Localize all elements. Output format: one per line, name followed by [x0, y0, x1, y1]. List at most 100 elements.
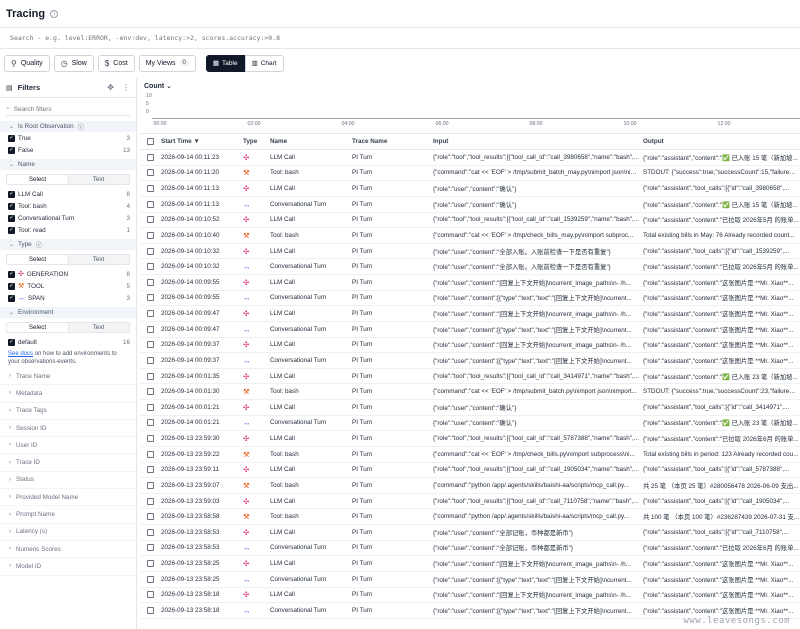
row-checkbox[interactable] [147, 372, 154, 380]
header-start-time[interactable]: Start Time ▼ [158, 138, 240, 145]
select-mode[interactable]: Select [7, 255, 68, 264]
row-checkbox[interactable] [147, 466, 154, 474]
header-name[interactable]: Name [267, 138, 349, 145]
row-checkbox[interactable] [147, 560, 154, 568]
row-checkbox[interactable] [147, 185, 154, 193]
filter-option[interactable]: ✓ ⚒ TOOL 5 [0, 280, 136, 292]
collapsed-filter[interactable]: › Provided Model Name [0, 489, 136, 507]
row-checkbox[interactable] [147, 481, 154, 489]
row-checkbox[interactable] [147, 216, 154, 224]
table-row[interactable]: 2026-09-14 00:11:23 ✣ LLM Call PI Turn {"rol… [140, 150, 800, 166]
table-row[interactable]: 2026-09-14 00:10:40 ⚒ Tool: bash PI Turn {"c… [140, 228, 800, 244]
row-checkbox[interactable] [147, 169, 154, 177]
collapsed-filter[interactable]: › Model ID [0, 558, 136, 576]
checkbox-checked[interactable]: ✓ [8, 134, 15, 142]
table-row[interactable]: 2026-09-13 23:58:58 ⚒ Tool: bash PI Turn {"c… [140, 509, 800, 525]
collapsed-filter[interactable]: › Trace Tags [0, 403, 136, 420]
my-views-button[interactable]: My Views 0 [138, 54, 196, 72]
table-row[interactable]: 2026-09-13 23:58:18 ✣ LLM Call PI Turn {"rol… [140, 588, 800, 604]
header-trace-name[interactable]: Trace Name [349, 138, 430, 145]
table-row[interactable]: 2026-09-14 00:10:32 ↔ Conversational Turn P… [140, 259, 800, 275]
row-checkbox[interactable] [147, 356, 154, 364]
table-row[interactable]: 2026-09-14 00:10:32 ✣ LLM Call PI Turn {"rol… [140, 244, 800, 260]
chart-title[interactable]: Count ⌄ [144, 82, 172, 90]
checkbox-checked[interactable]: ✓ [8, 202, 15, 210]
collapsed-filter[interactable]: › Status [0, 472, 136, 490]
table-row[interactable]: 2026-09-14 00:01:35 ✣ LLM Call PI Turn {"rol… [140, 369, 800, 385]
table-row[interactable]: 2026-09-13 23:58:25 ↔ Conversational Turn P… [140, 572, 800, 588]
row-checkbox[interactable] [147, 294, 154, 302]
table-row[interactable]: 2026-09-13 23:59:11 ✣ LLM Call PI Turn {"rol… [140, 463, 800, 479]
table-row[interactable]: 2026-09-13 23:58:53 ✣ LLM Call PI Turn {"rol… [140, 525, 800, 541]
collapsed-filter[interactable]: › User ID [0, 437, 136, 455]
row-checkbox[interactable] [147, 513, 154, 521]
filter-option[interactable]: ✓ LLM Call 8 [0, 188, 136, 200]
table-row[interactable]: 2026-09-13 23:59:03 ✣ LLM Call PI Turn {"rol… [140, 494, 800, 510]
table-row[interactable]: 2026-09-14 00:09:37 ✣ LLM Call PI Turn {"rol… [140, 338, 800, 354]
checkbox-checked[interactable]: ✓ [8, 294, 15, 302]
table-view-button[interactable]: ▦ Table [205, 54, 245, 72]
filter-option[interactable]: ✓ True 3 [0, 132, 136, 144]
row-checkbox[interactable] [147, 575, 154, 583]
slow-button[interactable]: ◷ Slow [53, 54, 94, 72]
table-row[interactable]: 2026-09-13 23:59:30 ✣ LLM Call PI Turn {"rol… [140, 431, 800, 447]
row-checkbox[interactable] [147, 419, 154, 427]
table-row[interactable]: 2026-09-13 23:58:25 ✣ LLM Call PI Turn {"rol… [140, 556, 800, 572]
header-type[interactable]: Type [240, 138, 267, 145]
row-checkbox[interactable] [147, 403, 154, 411]
row-checkbox[interactable] [147, 325, 154, 333]
header-output[interactable]: Output [640, 138, 800, 145]
checkbox-checked[interactable]: ✓ [8, 282, 15, 290]
filter-option[interactable]: ✓ Tool: bash 4 [0, 200, 136, 212]
row-checkbox[interactable] [147, 341, 154, 349]
row-checkbox[interactable] [147, 497, 154, 505]
table-row[interactable]: 2026-09-14 00:09:37 ↔ Conversational Turn P… [140, 353, 800, 369]
row-checkbox[interactable] [147, 435, 154, 443]
row-checkbox[interactable] [147, 153, 154, 161]
filter-option[interactable]: ✓ default 16 [0, 336, 136, 348]
table-row[interactable]: 2026-09-14 00:11:13 ↔ Conversational Turn P… [140, 197, 800, 213]
table-row[interactable]: 2026-09-13 23:59:07 ⚒ Tool: bash PI Turn {"c… [140, 478, 800, 494]
row-checkbox[interactable] [147, 310, 154, 318]
collapsed-filter[interactable]: › Latency (s) [0, 524, 136, 541]
checkbox-checked[interactable]: ✓ [8, 146, 15, 154]
table-row[interactable]: 2026-09-14 00:10:52 ✣ LLM Call PI Turn {"rol… [140, 213, 800, 229]
row-checkbox[interactable] [147, 231, 154, 239]
text-mode[interactable]: Text [68, 175, 129, 184]
row-checkbox[interactable] [147, 388, 154, 396]
row-checkbox[interactable] [147, 200, 154, 208]
table-row[interactable]: 2026-09-13 23:58:53 ↔ Conversational Turn P… [140, 541, 800, 557]
collapsed-filter[interactable]: › Numeric Scores [0, 541, 136, 559]
table-row[interactable]: 2026-09-14 00:09:47 ✣ LLM Call PI Turn {"rol… [140, 306, 800, 322]
filter-search-input[interactable] [13, 105, 114, 113]
filter-is-root-header[interactable]: ⌄ Is Root Observation ⓘ [0, 121, 136, 132]
select-all-checkbox[interactable] [147, 138, 154, 145]
row-checkbox[interactable] [147, 591, 154, 599]
table-row[interactable]: 2026-09-14 00:09:55 ↔ Conversational Turn P… [140, 291, 800, 307]
quality-button[interactable]: ⚲ Quality [4, 54, 50, 72]
table-row[interactable]: 2026-09-14 00:01:21 ↔ Conversational Turn P… [140, 416, 800, 432]
collapsed-filter[interactable]: › Metadata [0, 385, 136, 403]
table-row[interactable]: 2026-09-14 00:09:47 ↔ Conversational Turn P… [140, 322, 800, 338]
table-row[interactable]: 2026-09-14 00:11:20 ⚒ Tool: bash PI Turn {"c… [140, 166, 800, 182]
select-mode[interactable]: Select [7, 175, 68, 184]
see-docs-link[interactable]: See docs [8, 351, 33, 357]
checkbox-checked[interactable]: ✓ [8, 214, 15, 222]
collapsed-filter[interactable]: › Trace Name [0, 368, 136, 386]
table-row[interactable]: 2026-09-14 00:11:13 ✣ LLM Call PI Turn {"rol… [140, 181, 800, 197]
select-mode[interactable]: Select [7, 323, 68, 332]
table-row[interactable]: 2026-09-14 00:01:21 ✣ LLM Call PI Turn {"rol… [140, 400, 800, 416]
table-row[interactable]: 2026-09-14 00:09:55 ✣ LLM Call PI Turn {"rol… [140, 275, 800, 291]
row-checkbox[interactable] [147, 278, 154, 286]
search-input[interactable] [10, 34, 710, 42]
filter-option[interactable]: ✓ Conversational Turn 3 [0, 212, 136, 224]
checkbox-checked[interactable]: ✓ [8, 338, 15, 346]
text-mode[interactable]: Text [68, 323, 129, 332]
row-checkbox[interactable] [147, 528, 154, 536]
row-checkbox[interactable] [147, 544, 154, 552]
filter-option[interactable]: ✓ Tool: read 1 [0, 224, 136, 236]
info-icon[interactable]: i [50, 9, 59, 18]
chart-view-button[interactable]: ▥ Chart [244, 54, 284, 72]
collapsed-filter[interactable]: › Session ID [0, 420, 136, 438]
table-row[interactable]: 2026-09-13 23:59:22 ⚒ Tool: bash PI Turn {"c… [140, 447, 800, 463]
